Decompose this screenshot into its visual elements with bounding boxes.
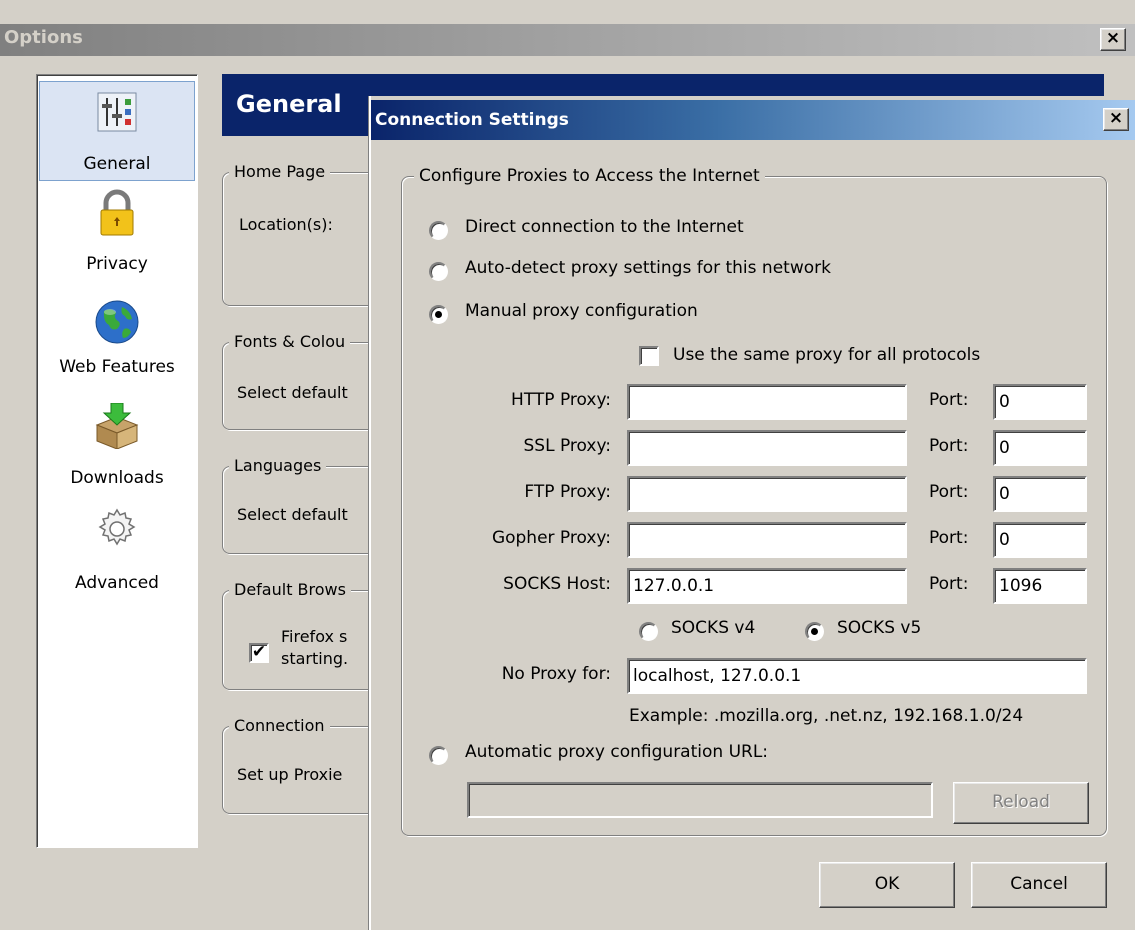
ssl-port-label: Port: xyxy=(929,436,969,456)
socks-v5-label: SOCKS v5 xyxy=(837,618,922,638)
socks-v4-radio[interactable] xyxy=(639,622,658,641)
gopher-port-input[interactable]: 0 xyxy=(993,522,1087,558)
sidebar-item-general[interactable]: General xyxy=(39,81,195,181)
connection-settings-close-button[interactable]: × xyxy=(1103,108,1129,131)
sidebar-item-label: General xyxy=(83,154,151,174)
manual-proxy-label: Manual proxy configuration xyxy=(465,301,698,321)
no-proxy-input[interactable]: localhost, 127.0.0.1 xyxy=(627,658,1087,694)
ftp-proxy-label: FTP Proxy: xyxy=(524,482,611,502)
ftp-port-label: Port: xyxy=(929,482,969,502)
no-proxy-label: No Proxy for: xyxy=(501,664,611,684)
default-browser-check-line2: starting. xyxy=(281,649,349,668)
socks-host-input[interactable]: 127.0.0.1 xyxy=(627,568,907,604)
ssl-proxy-label: SSL Proxy: xyxy=(523,436,611,456)
socks-v4-label: SOCKS v4 xyxy=(671,618,756,638)
gopher-proxy-input[interactable] xyxy=(627,522,907,558)
connection-legend: Connection xyxy=(229,716,330,735)
languages-legend: Languages xyxy=(229,456,327,475)
close-icon: × xyxy=(1105,28,1121,48)
auto-proxy-url-input[interactable] xyxy=(467,782,933,818)
connection-settings-dialog: Connection Settings × Configure Proxies … xyxy=(369,96,1135,930)
default-browser-check-line1: Firefox s xyxy=(281,627,348,646)
padlock-icon xyxy=(100,189,134,236)
gopher-proxy-label: Gopher Proxy: xyxy=(491,528,611,548)
sidebar-item-advanced[interactable]: Advanced xyxy=(39,505,195,605)
ok-button[interactable]: OK xyxy=(819,862,955,908)
http-proxy-input[interactable] xyxy=(627,384,907,420)
connection-settings-title: Connection Settings xyxy=(375,110,569,130)
connection-text: Set up Proxie xyxy=(237,765,343,784)
sidebar-item-label: Downloads xyxy=(70,468,164,488)
gopher-port-label: Port: xyxy=(929,528,969,548)
ssl-port-input[interactable]: 0 xyxy=(993,430,1087,466)
sidebar-item-label: Advanced xyxy=(75,573,159,593)
download-box-icon xyxy=(95,403,139,449)
ssl-proxy-input[interactable] xyxy=(627,430,907,466)
gear-icon xyxy=(98,508,136,546)
reload-button[interactable]: Reload xyxy=(953,782,1089,824)
globe-icon xyxy=(95,300,139,344)
manual-proxy-radio[interactable] xyxy=(429,305,448,324)
options-close-button[interactable]: × xyxy=(1100,28,1126,51)
general-sliders-icon xyxy=(97,92,137,132)
cancel-button[interactable]: Cancel xyxy=(971,862,1107,908)
same-proxy-checkbox[interactable] xyxy=(639,346,659,366)
default-browser-checkbox[interactable]: ✔ xyxy=(249,643,269,663)
sidebar-item-label: Privacy xyxy=(86,254,148,274)
same-proxy-label: Use the same proxy for all protocols xyxy=(673,345,981,365)
configure-proxies-legend: Configure Proxies to Access the Internet xyxy=(414,166,765,186)
auto-proxy-url-label: Automatic proxy configuration URL: xyxy=(465,742,769,762)
options-title: Options xyxy=(4,27,83,48)
auto-detect-label: Auto-detect proxy settings for this netw… xyxy=(465,258,831,278)
auto-detect-radio[interactable] xyxy=(429,262,448,281)
fonts-colours-text: Select default xyxy=(237,383,348,402)
auto-proxy-url-radio[interactable] xyxy=(429,746,448,765)
no-proxy-example: Example: .mozilla.org, .net.nz, 192.168.… xyxy=(629,706,1024,726)
socks-port-label: Port: xyxy=(929,574,969,594)
ftp-proxy-input[interactable] xyxy=(627,476,907,512)
direct-connection-label: Direct connection to the Internet xyxy=(465,217,744,237)
http-port-input[interactable]: 0 xyxy=(993,384,1087,420)
languages-text: Select default xyxy=(237,505,348,524)
direct-connection-radio[interactable] xyxy=(429,221,448,240)
socks-host-label: SOCKS Host: xyxy=(503,574,611,594)
sidebar-item-downloads[interactable]: Downloads xyxy=(39,399,195,499)
ftp-port-input[interactable]: 0 xyxy=(993,476,1087,512)
http-proxy-label: HTTP Proxy: xyxy=(511,390,611,410)
socks-port-input[interactable]: 1096 xyxy=(993,568,1087,604)
fonts-colours-legend: Fonts & Colou xyxy=(229,332,351,351)
sidebar-item-privacy[interactable]: Privacy xyxy=(39,187,195,287)
sidebar-item-label: Web Features xyxy=(59,357,175,377)
options-sidebar: General Privacy Web Features Downloads A… xyxy=(36,74,198,848)
sidebar-item-web-features[interactable]: Web Features xyxy=(39,295,195,395)
options-titlebar[interactable]: Options × xyxy=(0,24,1135,56)
home-page-legend: Home Page xyxy=(229,162,331,181)
http-port-label: Port: xyxy=(929,390,969,410)
connection-settings-titlebar[interactable]: Connection Settings × xyxy=(371,100,1135,140)
socks-v5-radio[interactable] xyxy=(805,622,824,641)
close-icon: × xyxy=(1108,108,1124,128)
default-browser-legend: Default Brows xyxy=(229,580,351,599)
locations-label: Location(s): xyxy=(239,215,333,234)
